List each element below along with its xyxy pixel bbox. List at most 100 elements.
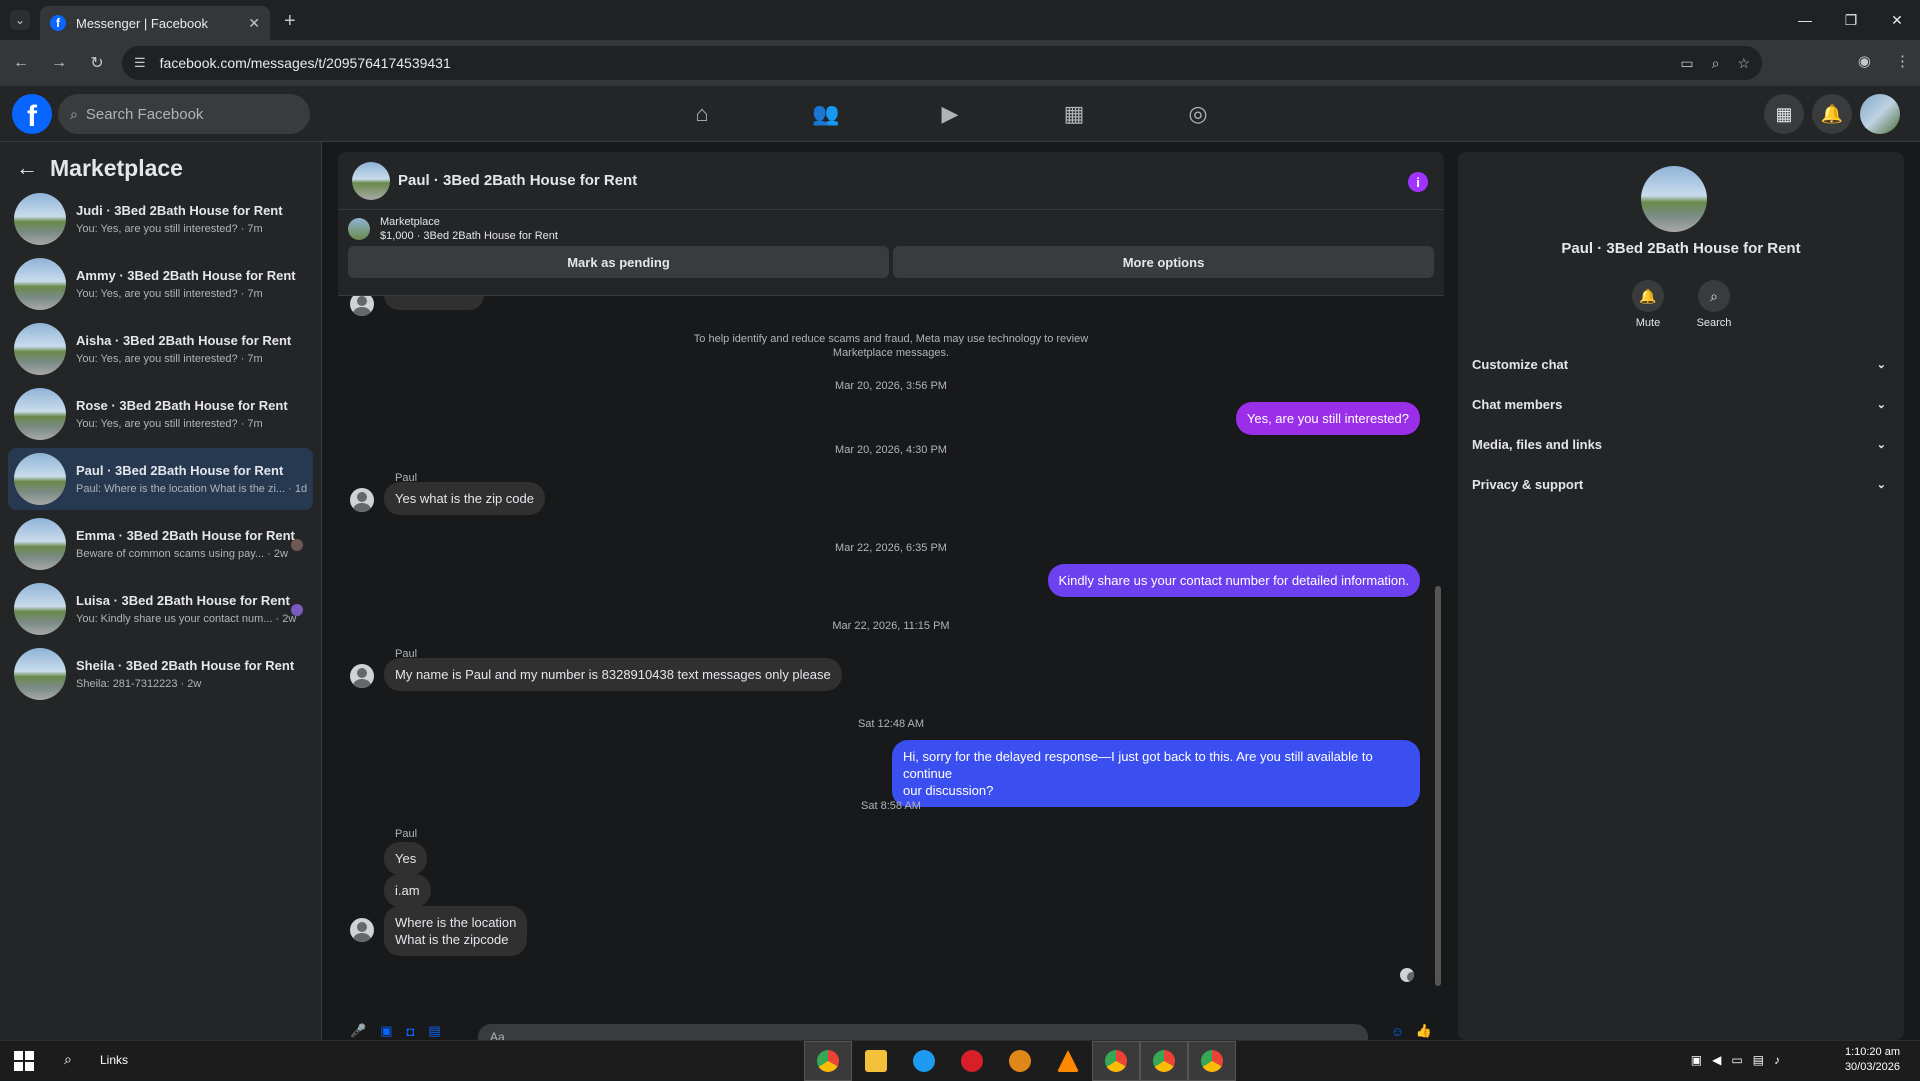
minimize-icon[interactable]: —: [1782, 0, 1828, 40]
chat-members-section[interactable]: Chat members⌄: [1472, 386, 1886, 422]
close-tab-icon[interactable]: ✕: [248, 15, 260, 32]
conversation-item[interactable]: Sheila · 3Bed 2Bath House for Rent Sheil…: [8, 643, 313, 705]
listing-thumbnail: [14, 583, 66, 635]
taskbar-search-icon[interactable]: ⌕: [64, 1051, 72, 1068]
sender-name: Paul: [395, 828, 417, 840]
conversation-item[interactable]: Emma · 3Bed 2Bath House for Rent Beware …: [8, 513, 313, 575]
menu-grid-icon[interactable]: ▦: [1764, 94, 1804, 134]
back-icon[interactable]: ←: [4, 46, 38, 80]
bookmark-star-icon[interactable]: ☆: [1737, 55, 1750, 72]
sticker-icon[interactable]: ◘: [406, 1024, 414, 1039]
message-bubble-incoming[interactable]: i.am: [384, 874, 431, 907]
home-icon[interactable]: ⌂: [640, 86, 764, 142]
chat-info-avatar[interactable]: [1641, 166, 1707, 232]
sender-avatar[interactable]: [350, 488, 374, 512]
zoom-icon[interactable]: ⌕: [1712, 55, 1720, 72]
system-note-line: To help identify and reduce scams and fr…: [338, 332, 1444, 346]
sender-avatar[interactable]: [350, 664, 374, 688]
privacy-support-section[interactable]: Privacy & support⌄: [1472, 466, 1886, 502]
clock-time: 1:10:20 am: [1845, 1045, 1900, 1060]
groups-icon[interactable]: ◎: [1136, 86, 1260, 142]
app-orange-icon[interactable]: [996, 1041, 1044, 1081]
message-bubble-incoming[interactable]: Where is the location What is the zipcod…: [384, 906, 527, 956]
menu-kebab-icon[interactable]: ⋮: [1895, 52, 1910, 70]
video-icon[interactable]: ▶: [888, 86, 1012, 142]
install-app-icon[interactable]: ▭: [1680, 55, 1693, 72]
profile-icon[interactable]: ◉: [1858, 52, 1871, 70]
media-files-links-section[interactable]: Media, files and links⌄: [1472, 426, 1886, 462]
chrome-profile-3-icon[interactable]: [1140, 1041, 1188, 1081]
message-bubble-outgoing[interactable]: Hi, sorry for the delayed response—I jus…: [892, 740, 1420, 807]
chevron-down-icon: ⌄: [1877, 398, 1886, 411]
facebook-logo-icon[interactable]: f: [12, 94, 52, 134]
chat-avatar[interactable]: [352, 162, 390, 200]
conversation-item[interactable]: Luisa · 3Bed 2Bath House for Rent You: K…: [8, 578, 313, 640]
sender-avatar[interactable]: [350, 918, 374, 942]
listing-price-title[interactable]: $1,000 · 3Bed 2Bath House for Rent: [380, 230, 558, 242]
scrollbar-thumb[interactable]: [1435, 586, 1441, 986]
microphone-icon[interactable]: 🎤: [350, 1023, 366, 1039]
message-bubble-outgoing[interactable]: Yes, are you still interested?: [1236, 402, 1420, 435]
browser-tab-messenger[interactable]: f Messenger | Facebook ✕: [40, 6, 270, 40]
emoji-icon[interactable]: ☺: [1391, 1024, 1404, 1039]
message-bubble-incoming[interactable]: Yes what is the zip code: [384, 482, 545, 515]
friends-icon[interactable]: 👥: [764, 86, 888, 142]
conversation-item[interactable]: Ammy · 3Bed 2Bath House for Rent You: Ye…: [8, 253, 313, 315]
more-options-button[interactable]: More options: [893, 246, 1434, 278]
back-arrow-icon[interactable]: ←: [16, 155, 38, 181]
new-tab-icon[interactable]: +: [284, 10, 296, 33]
conversation-item-active[interactable]: Paul · 3Bed 2Bath House for Rent Paul: W…: [8, 448, 313, 510]
mark-as-pending-button[interactable]: Mark as pending: [348, 246, 889, 278]
customize-chat-section[interactable]: Customize chat⌄: [1472, 346, 1886, 382]
address-bar[interactable]: ☰ facebook.com/messages/t/20957641745394…: [122, 46, 1762, 80]
file-explorer-icon[interactable]: [852, 1041, 900, 1081]
chat-title[interactable]: Paul · 3Bed 2Bath House for Rent: [398, 172, 637, 189]
network-icon[interactable]: ▤: [1753, 1053, 1764, 1067]
listing-thumbnail[interactable]: [348, 218, 370, 240]
meet-now-icon[interactable]: ▭: [1731, 1053, 1742, 1067]
chat-header: Paul · 3Bed 2Bath House for Rent i: [338, 152, 1444, 210]
mute-button[interactable]: 🔔 Mute: [1630, 280, 1666, 329]
reload-icon[interactable]: ↻: [80, 46, 114, 80]
volume-icon[interactable]: ♪: [1774, 1053, 1780, 1067]
conversation-item[interactable]: Judi · 3Bed 2Bath House for Rent You: Ye…: [8, 188, 313, 250]
notifications-bell-icon[interactable]: 🔔: [1812, 94, 1852, 134]
app-red-icon[interactable]: [948, 1041, 996, 1081]
chrome-app-icon[interactable]: [804, 1041, 852, 1081]
facebook-favicon-icon: f: [50, 15, 66, 31]
info-icon[interactable]: i: [1408, 172, 1428, 192]
site-info-icon[interactable]: ☰: [134, 55, 146, 71]
windows-start-icon[interactable]: [14, 1051, 34, 1071]
message-bubble-incoming[interactable]: My name is Paul and my number is 8328910…: [384, 658, 842, 691]
restore-icon[interactable]: ❐: [1828, 0, 1874, 40]
app-blue-icon[interactable]: [900, 1041, 948, 1081]
chrome-profile-2-icon[interactable]: [1092, 1041, 1140, 1081]
listing-thumbnail: [14, 258, 66, 310]
search-in-chat-button[interactable]: ⌕ Search: [1696, 280, 1732, 329]
account-avatar[interactable]: [1860, 94, 1900, 134]
conversation-item[interactable]: Rose · 3Bed 2Bath House for Rent You: Ye…: [8, 383, 313, 445]
url-text[interactable]: facebook.com/messages/t/2095764174539431: [160, 55, 451, 71]
chat-scrollbar[interactable]: [1434, 306, 1442, 994]
conversation-item[interactable]: Aisha · 3Bed 2Bath House for Rent You: Y…: [8, 318, 313, 380]
taskbar-links-label[interactable]: Links: [100, 1053, 128, 1067]
message-bubble-outgoing[interactable]: Kindly share us your contact number for …: [1048, 564, 1420, 597]
marketplace-icon[interactable]: ▦: [1012, 86, 1136, 142]
tray-app-icon[interactable]: ▣: [1691, 1053, 1702, 1067]
photo-icon[interactable]: ▣: [380, 1023, 392, 1039]
seen-avatar-icon: [291, 604, 303, 616]
speaker-muted-icon[interactable]: ◀: [1712, 1053, 1721, 1067]
like-thumb-icon[interactable]: 👍: [1416, 1023, 1432, 1039]
close-window-icon[interactable]: ✕: [1874, 0, 1920, 40]
message-bubble-incoming[interactable]: Yes: [384, 842, 427, 875]
taskbar-clock[interactable]: 1:10:20 am 30/03/2026: [1845, 1045, 1900, 1075]
chat-info-panel: Paul · 3Bed 2Bath House for Rent 🔔 Mute …: [1458, 152, 1904, 1040]
tab-search-dropdown-icon[interactable]: ⌄: [10, 10, 30, 30]
gif-icon[interactable]: ▤: [428, 1023, 440, 1039]
vlc-icon[interactable]: [1044, 1041, 1092, 1081]
conversation-name: Rose · 3Bed 2Bath House for Rent: [76, 398, 288, 413]
forward-icon[interactable]: →: [42, 46, 76, 80]
conversation-name: Judi · 3Bed 2Bath House for Rent: [76, 203, 283, 218]
facebook-search-input[interactable]: ⌕ Search Facebook: [58, 94, 310, 134]
chrome-profile-4-icon[interactable]: [1188, 1041, 1236, 1081]
